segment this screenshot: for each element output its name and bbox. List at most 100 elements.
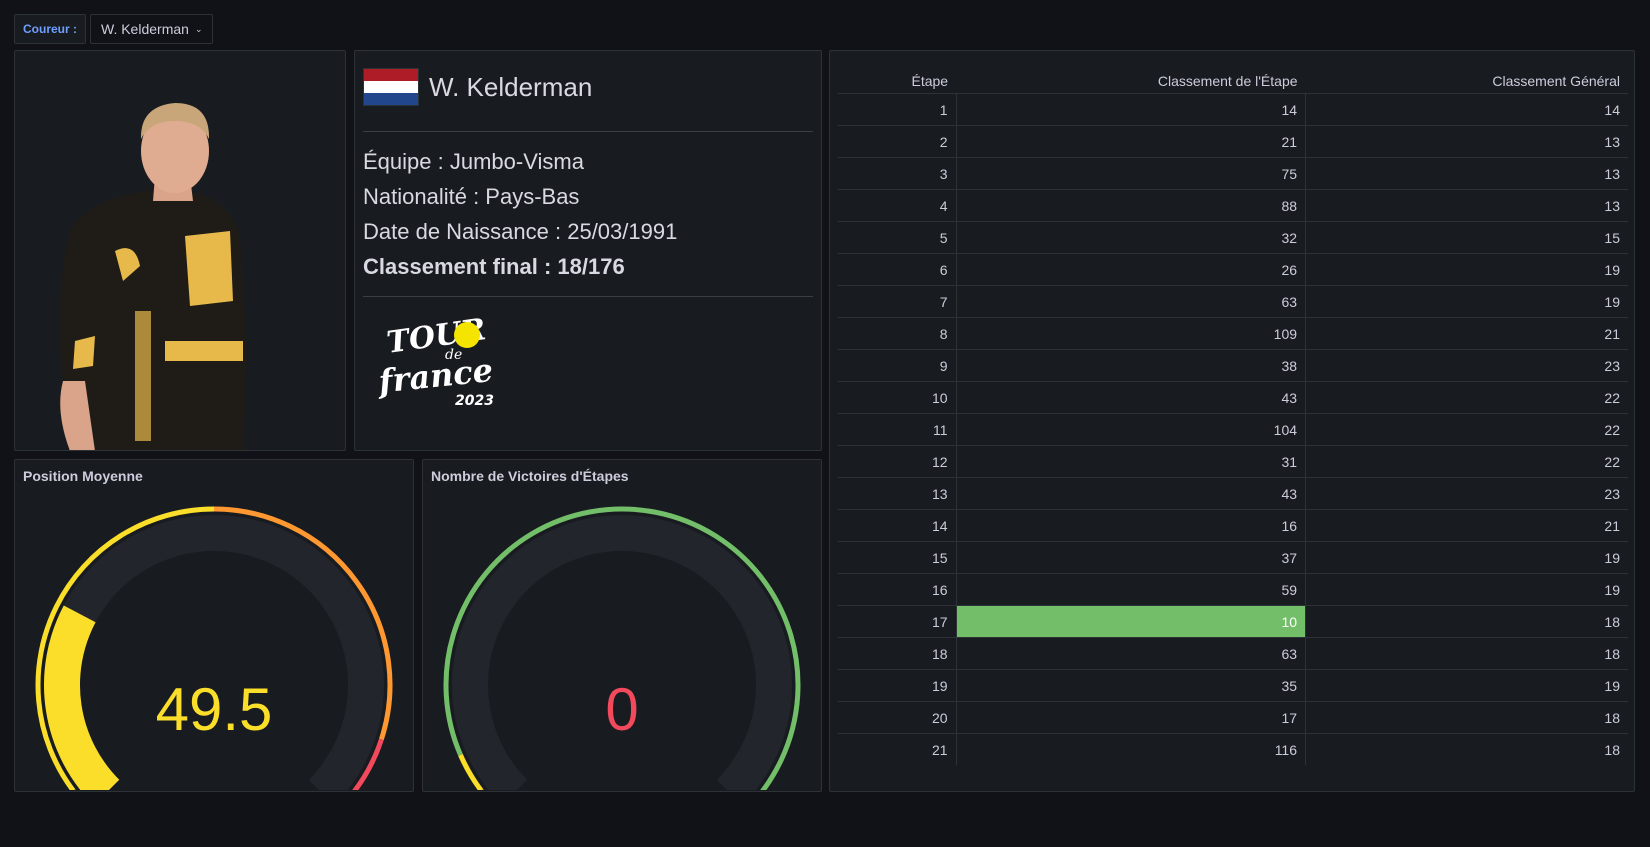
cell-general-rank: 18: [1305, 605, 1628, 638]
cell-stage-rank: 59: [955, 573, 1307, 606]
cell-stage: 12: [838, 445, 957, 478]
team-line: Équipe : Jumbo-Visma: [363, 149, 584, 174]
cell-stage-rank: 38: [955, 349, 1307, 382]
cell-stage: 6: [838, 253, 957, 286]
cell-stage: 17: [838, 605, 957, 638]
table-row: 7 63 19: [838, 285, 1628, 318]
cell-stage-rank: 63: [955, 637, 1307, 670]
rider-select[interactable]: W. Kelderman ⌄: [90, 14, 214, 44]
cell-general-rank: 19: [1305, 541, 1628, 574]
panel-title: Nombre de Victoires d'Étapes: [431, 468, 629, 484]
cell-general-rank: 14: [1305, 93, 1628, 126]
stage-results-table: Étape Classement de l'Étape Classement G…: [838, 59, 1628, 765]
table-row: 5 32 15: [838, 221, 1628, 254]
nationality-line: Nationalité : Pays-Bas: [363, 184, 580, 209]
cell-general-rank: 15: [1305, 221, 1628, 254]
column-header-stage-rank[interactable]: Classement de l'Étape: [956, 59, 1306, 94]
table-row: 11 104 22: [838, 413, 1628, 446]
cell-general-rank: 22: [1305, 445, 1628, 478]
cell-general-rank: 19: [1305, 669, 1628, 702]
divider: [363, 296, 813, 297]
divider: [363, 131, 813, 132]
cell-stage-rank: 43: [955, 381, 1307, 414]
cell-general-rank: 19: [1305, 573, 1628, 606]
stage-wins-gauge-panel: Nombre de Victoires d'Étapes 0: [422, 459, 822, 792]
table-row: 3 75 13: [838, 157, 1628, 190]
cell-stage-rank: 109: [955, 317, 1307, 350]
cell-stage-rank: 26: [955, 253, 1307, 286]
cell-stage: 2: [838, 125, 957, 158]
cell-stage: 11: [838, 413, 957, 446]
table-row: 9 38 23: [838, 349, 1628, 382]
cell-stage: 15: [838, 541, 957, 574]
table-row: 1 14 14: [838, 93, 1628, 126]
column-header-stage[interactable]: Étape: [838, 59, 957, 94]
cell-general-rank: 18: [1604, 741, 1620, 758]
rider-info-panel: W. Kelderman Équipe : Jumbo-Visma Nation…: [354, 50, 822, 451]
table-row: 13 43 23: [838, 477, 1628, 510]
cell-stage: 21: [932, 741, 948, 758]
cell-stage-rank: 17: [955, 701, 1307, 734]
stage-results-table-panel: Étape Classement de l'Étape Classement G…: [829, 50, 1635, 792]
cell-general-rank: 22: [1305, 381, 1628, 414]
final-ranking-line: Classement final : 18/176: [363, 254, 625, 279]
cell-general-rank: 23: [1305, 477, 1628, 510]
cell-stage: 10: [838, 381, 957, 414]
birth-date-line: Date de Naissance : 25/03/1991: [363, 219, 678, 244]
gauge-track: [452, 515, 792, 790]
cell-stage-rank: 32: [955, 221, 1307, 254]
table-row: 2 21 13: [838, 125, 1628, 158]
rider-select-value: W. Kelderman: [101, 21, 189, 37]
table-row: 12 31 22: [838, 445, 1628, 478]
table-row: 15 37 19: [838, 541, 1628, 574]
table-row: 16 59 19: [838, 573, 1628, 606]
cell-general-rank: 21: [1305, 317, 1628, 350]
cell-general-rank: 13: [1305, 157, 1628, 190]
average-position-gauge: 49.5: [35, 506, 393, 790]
gauge-value: 0: [605, 676, 638, 743]
panel-title: Position Moyenne: [23, 468, 143, 484]
cell-general-rank: 13: [1305, 125, 1628, 158]
rider-photo-panel: [14, 50, 346, 451]
table-row: 10 43 22: [838, 381, 1628, 414]
cell-stage: 1: [838, 93, 957, 126]
cell-general-rank: 18: [1305, 637, 1628, 670]
average-position-gauge-panel: Position Moyenne 49.5: [14, 459, 414, 792]
table-row: 19 35 19: [838, 669, 1628, 702]
chevron-down-icon: ⌄: [194, 24, 203, 34]
netherlands-flag-icon: [363, 68, 419, 106]
stage-wins-gauge: 0: [443, 506, 801, 790]
cell-general-rank: 19: [1305, 285, 1628, 318]
cell-stage: 19: [838, 669, 957, 702]
cell-stage-rank: 10: [955, 605, 1307, 638]
cell-stage: 20: [838, 701, 957, 734]
cell-stage-rank: 21: [955, 125, 1307, 158]
rider-photo: [59, 103, 247, 450]
cell-stage-rank: 35: [955, 669, 1307, 702]
table-row: 6 26 19: [838, 253, 1628, 286]
cell-stage-rank: 104: [955, 413, 1307, 446]
gauge-track: [44, 515, 384, 790]
rider-variable-label: Coureur :: [14, 14, 86, 44]
cell-general-rank: 18: [1305, 701, 1628, 734]
cell-stage: 4: [838, 189, 957, 222]
cell-stage: 8: [838, 317, 957, 350]
logo-year-text: 2023: [455, 393, 494, 409]
cell-stage-rank: 37: [955, 541, 1307, 574]
cell-stage: 3: [838, 157, 957, 190]
table-row: 14 16 21: [838, 509, 1628, 542]
table-row: 8 109 21: [838, 317, 1628, 350]
cell-stage-rank: 63: [955, 285, 1307, 318]
cell-stage-rank: 16: [955, 509, 1307, 542]
table-row: 20 17 18: [838, 701, 1628, 734]
cell-general-rank: 23: [1305, 349, 1628, 382]
table-row: 17 10 18: [838, 605, 1628, 638]
cell-stage: 16: [838, 573, 957, 606]
table-row: 21 116 18: [838, 733, 1628, 765]
cell-stage-rank: 75: [955, 157, 1307, 190]
cell-stage: 5: [838, 221, 957, 254]
column-header-general-rank[interactable]: Classement Général: [1305, 59, 1628, 94]
cell-general-rank: 19: [1305, 253, 1628, 286]
cell-stage-rank: 88: [955, 189, 1307, 222]
cell-general-rank: 13: [1305, 189, 1628, 222]
